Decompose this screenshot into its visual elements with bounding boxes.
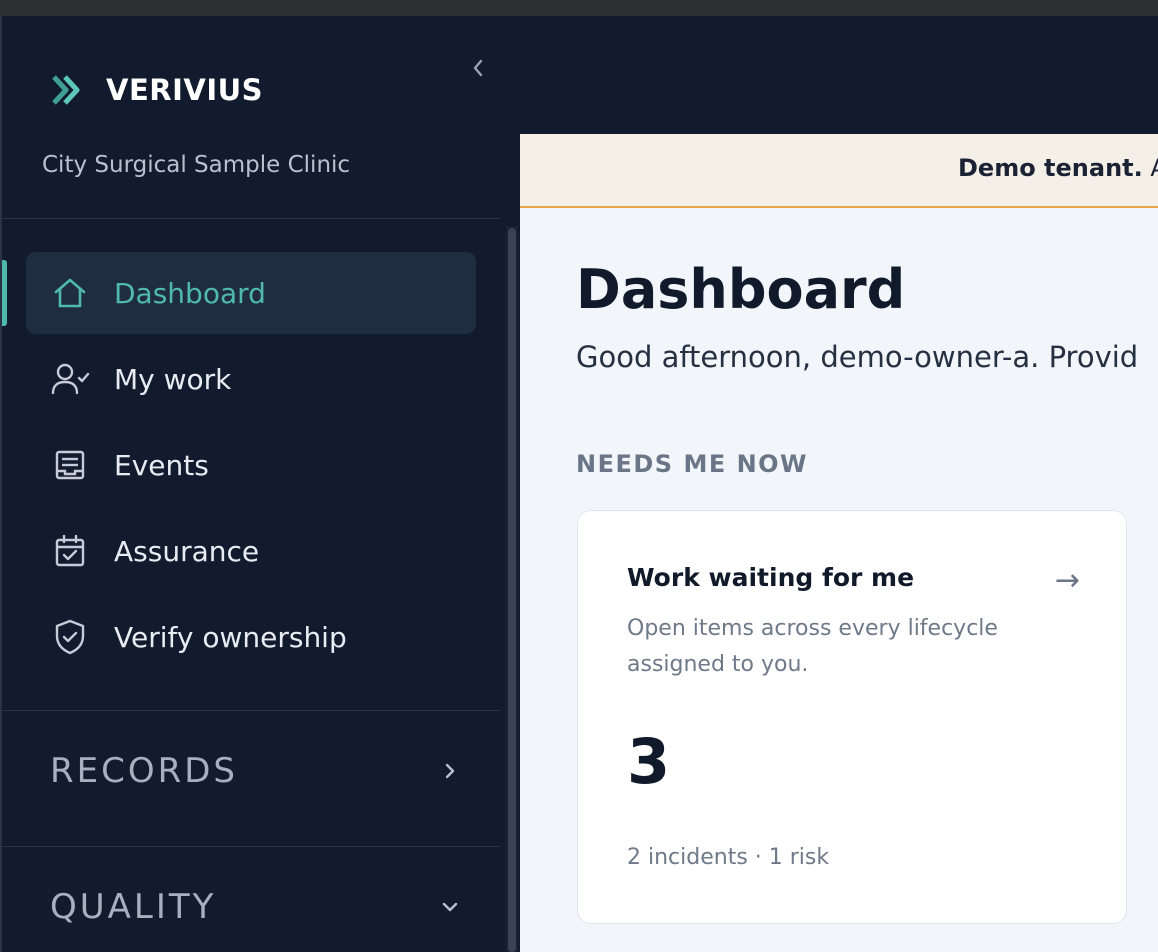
section-quality[interactable]: QUALITY	[50, 887, 460, 927]
section-records[interactable]: RECORDS	[50, 751, 460, 791]
user-check-icon	[50, 359, 90, 399]
inbox-icon	[50, 445, 90, 485]
calendar-check-icon	[50, 531, 90, 571]
sidebar-item-label: My work	[114, 362, 232, 396]
chevron-down-icon	[442, 902, 458, 912]
sidebar-item-label: Dashboard	[114, 276, 266, 310]
sidebar-item-events[interactable]: Events	[26, 424, 476, 506]
sidebar-divider	[2, 846, 500, 847]
app-shell: VERIVIUS City Surgical Sample Clinic Das…	[0, 16, 1158, 952]
sidebar-item-verify-ownership[interactable]: Verify ownership	[26, 596, 476, 678]
sidebar-divider	[2, 710, 500, 711]
main-content: Demo tenant. Al Dashboard Good afternoon…	[520, 134, 1158, 952]
card-count: 3	[627, 725, 671, 798]
demo-banner: Demo tenant. Al	[520, 134, 1158, 208]
card-title: Work waiting for me	[627, 563, 915, 592]
section-label: RECORDS	[50, 751, 238, 791]
sidebar-nav: Dashboard My work Events Assurance Verif…	[26, 252, 476, 682]
brand[interactable]: VERIVIUS	[50, 70, 263, 110]
chevron-left-icon	[473, 59, 483, 77]
work-waiting-card[interactable]: Work waiting for me → Open items across …	[577, 510, 1127, 924]
sidebar-divider	[2, 218, 500, 219]
page-title: Dashboard	[576, 258, 906, 321]
sidebar-item-label: Assurance	[114, 534, 260, 568]
section-heading: NEEDS ME NOW	[576, 450, 809, 478]
banner-strong-text: Demo tenant.	[958, 154, 1143, 182]
sidebar-item-label: Events	[114, 448, 209, 482]
home-icon	[50, 273, 90, 313]
card-description: Open items across every lifecycle assign…	[627, 616, 998, 677]
banner-text: Demo tenant. Al	[958, 154, 1158, 182]
logo-chevrons-icon	[52, 75, 80, 105]
sidebar: VERIVIUS City Surgical Sample Clinic Das…	[0, 16, 518, 952]
sidebar-item-my-work[interactable]: My work	[26, 338, 476, 420]
active-indicator	[2, 260, 7, 326]
window-titlebar	[0, 0, 1158, 16]
sidebar-item-label: Verify ownership	[114, 620, 347, 654]
brand-name: VERIVIUS	[106, 73, 264, 107]
sidebar-item-assurance[interactable]: Assurance	[26, 510, 476, 592]
collapse-sidebar-button[interactable]	[464, 54, 492, 82]
card-footer: 2 incidents · 1 risk	[627, 845, 830, 870]
shield-check-icon	[50, 617, 90, 657]
banner-rest-text: Al	[1143, 154, 1158, 182]
clinic-name: City Surgical Sample Clinic	[42, 152, 351, 178]
section-label: QUALITY	[50, 887, 217, 927]
sidebar-item-dashboard[interactable]: Dashboard	[26, 252, 476, 334]
greeting-text: Good afternoon, demo-owner-a. Provid	[576, 340, 1139, 374]
chevron-right-icon	[445, 763, 455, 779]
arrow-right-icon[interactable]: →	[1055, 563, 1080, 598]
sidebar-scrollbar-thumb[interactable]	[508, 228, 516, 952]
